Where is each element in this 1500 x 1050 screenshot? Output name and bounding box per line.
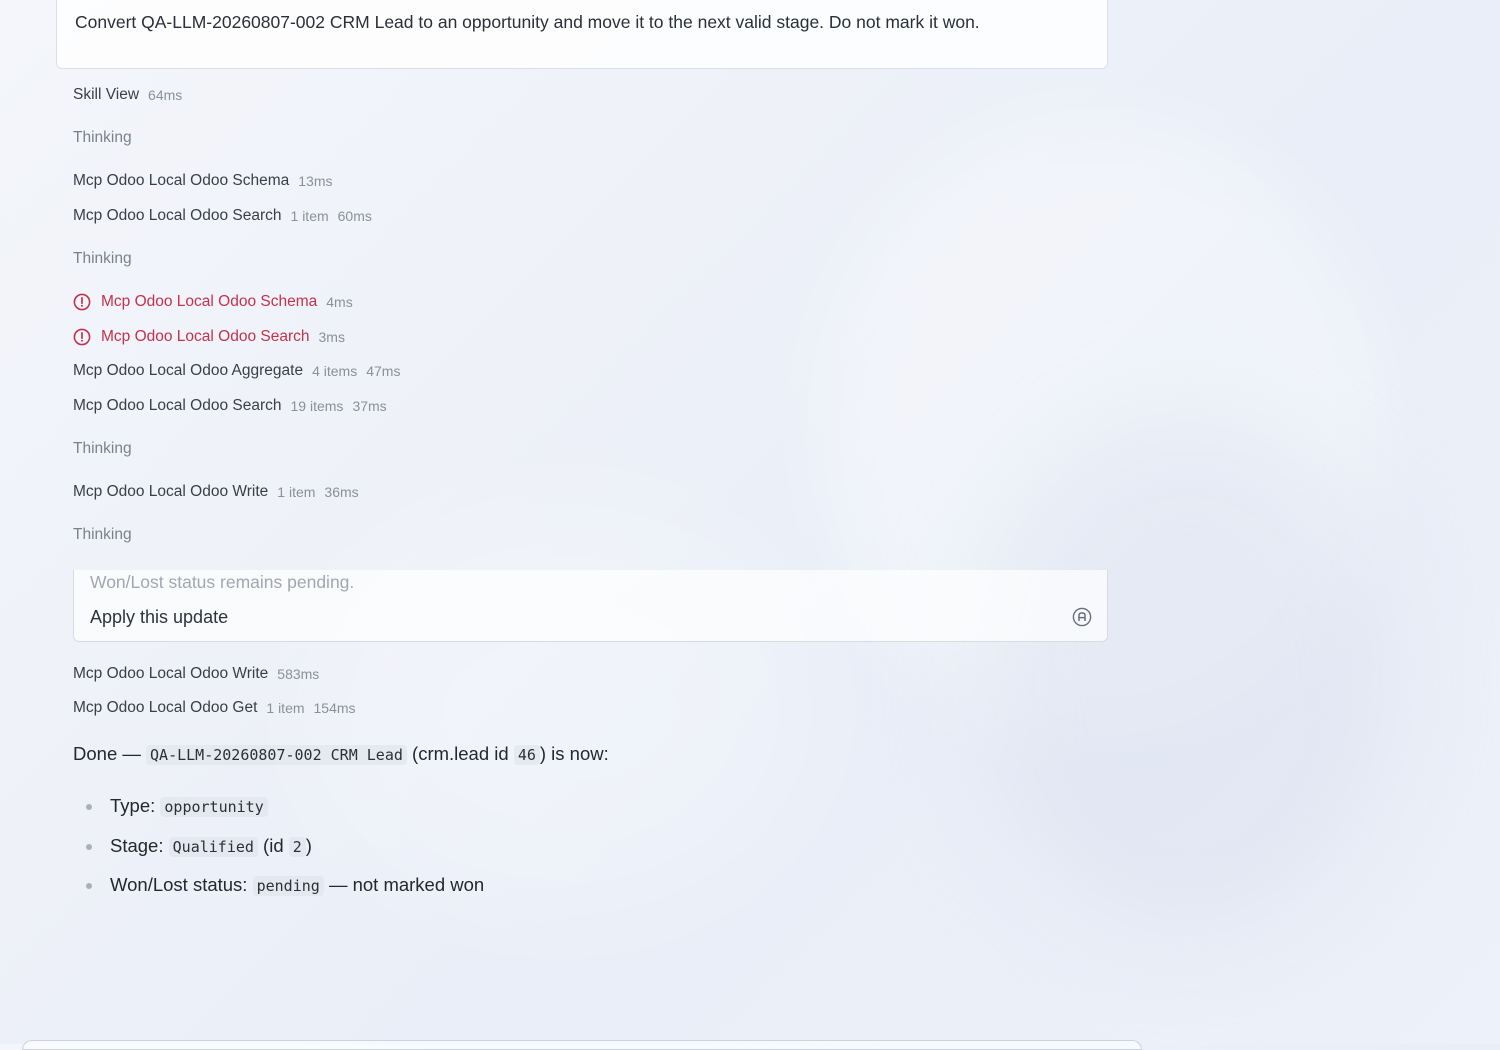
step-duration: 60ms (337, 208, 372, 224)
step-name: Mcp Odoo Local Odoo Schema (101, 293, 318, 310)
step-odoo-search[interactable]: Mcp Odoo Local Odoo Search 19 items 37ms (73, 395, 387, 417)
step-duration: 154ms (313, 700, 356, 716)
item-value-code: Qualified (168, 836, 258, 857)
step-odoo-search-error[interactable]: Mcp Odoo Local Odoo Search 3ms (73, 326, 345, 348)
step-name: Skill View (73, 86, 140, 103)
step-name: Thinking (73, 526, 132, 543)
step-odoo-get[interactable]: Mcp Odoo Local Odoo Get 1 item 154ms (73, 697, 356, 719)
step-duration: 3ms (318, 329, 345, 345)
step-name: Mcp Odoo Local Odoo Write (73, 665, 269, 682)
step-duration: 64ms (148, 87, 183, 103)
step-name: Mcp Odoo Local Odoo Get (73, 699, 258, 716)
summary-mid: (crm.lead id (406, 743, 514, 764)
step-odoo-write[interactable]: Mcp Odoo Local Odoo Write 583ms (73, 663, 319, 685)
alert-circle-icon (73, 293, 91, 311)
step-name: Mcp Odoo Local Odoo Search (101, 328, 310, 345)
step-thinking[interactable]: Thinking (73, 524, 132, 546)
step-duration: 36ms (324, 484, 359, 500)
user-prompt-text: Convert QA-LLM-20260807-002 CRM Lead to … (75, 12, 980, 32)
item-label: Stage: (110, 834, 169, 856)
step-name: Mcp Odoo Local Odoo Aggregate (73, 362, 304, 379)
list-item-status: Won/Lost status: pending — not marked wo… (84, 872, 484, 898)
item-text: ) (305, 834, 312, 856)
background-shade (980, 420, 1400, 940)
alert-circle-icon (73, 328, 91, 346)
step-odoo-schema[interactable]: Mcp Odoo Local Odoo Schema 13ms (73, 170, 333, 192)
item-value-code: opportunity (160, 797, 268, 817)
step-count: 1 item (277, 484, 316, 500)
item-id-code: 2 (288, 836, 306, 857)
item-text: (id (257, 834, 289, 856)
background-glow (820, 120, 1380, 740)
bullet-dot (86, 843, 92, 850)
item-label: Won/Lost status: (110, 874, 253, 895)
step-skill-view[interactable]: Skill View 64ms (73, 84, 182, 106)
result-summary: Done — QA-LLM-20260807-002 CRM Lead (crm… (73, 741, 609, 768)
step-duration: 4ms (326, 294, 353, 310)
summary-suffix: ) is now: (539, 743, 609, 764)
step-name: Mcp Odoo Local Odoo Search (73, 397, 282, 414)
step-count: 1 item (266, 700, 305, 716)
step-count: 4 items (312, 363, 358, 379)
step-odoo-write[interactable]: Mcp Odoo Local Odoo Write 1 item 36ms (73, 481, 359, 503)
item-text: — not marked won (323, 874, 485, 895)
step-odoo-aggregate[interactable]: Mcp Odoo Local Odoo Aggregate 4 items 47… (73, 360, 400, 382)
step-duration: 583ms (277, 666, 320, 682)
composer-edge (22, 1040, 1142, 1050)
step-thinking[interactable]: Thinking (73, 127, 132, 149)
step-thinking[interactable]: Thinking (73, 248, 132, 270)
bullet-dot (86, 883, 92, 889)
step-name: Mcp Odoo Local Odoo Search (73, 207, 282, 224)
item-value-code: pending (252, 876, 324, 896)
user-prompt-card: Convert QA-LLM-20260807-002 CRM Lead to … (56, 0, 1108, 69)
step-name: Mcp Odoo Local Odoo Write (73, 483, 269, 500)
apply-update-button[interactable]: Apply this update (90, 607, 228, 628)
step-duration: 13ms (298, 173, 333, 189)
record-id-code: 46 (513, 745, 540, 765)
record-name-code: QA-LLM-20260807-002 CRM Lead (146, 745, 407, 765)
approval-note: Won/Lost status remains pending. (90, 572, 355, 592)
approval-card: Won/Lost status remains pending. Apply t… (73, 570, 1108, 642)
summary-prefix: Done — (73, 743, 147, 764)
step-name: Thinking (73, 250, 132, 267)
step-count: 19 items (290, 398, 344, 414)
step-odoo-search[interactable]: Mcp Odoo Local Odoo Search 1 item 60ms (73, 205, 372, 227)
result-list: Type: opportunity Stage: Qualified (id 2… (84, 793, 484, 912)
step-count: 1 item (290, 208, 329, 224)
bullet-dot (86, 804, 92, 810)
keyboard-shortcut-icon[interactable] (1072, 607, 1092, 627)
step-name: Thinking (73, 129, 132, 146)
item-label: Type: (110, 795, 161, 816)
list-item-stage: Stage: Qualified (id 2) (84, 833, 484, 859)
step-duration: 37ms (352, 398, 387, 414)
step-thinking[interactable]: Thinking (73, 438, 132, 460)
step-odoo-schema-error[interactable]: Mcp Odoo Local Odoo Schema 4ms (73, 291, 353, 313)
step-name: Thinking (73, 440, 132, 457)
list-item-type: Type: opportunity (84, 793, 484, 819)
step-name: Mcp Odoo Local Odoo Schema (73, 172, 290, 189)
step-duration: 47ms (366, 363, 401, 379)
